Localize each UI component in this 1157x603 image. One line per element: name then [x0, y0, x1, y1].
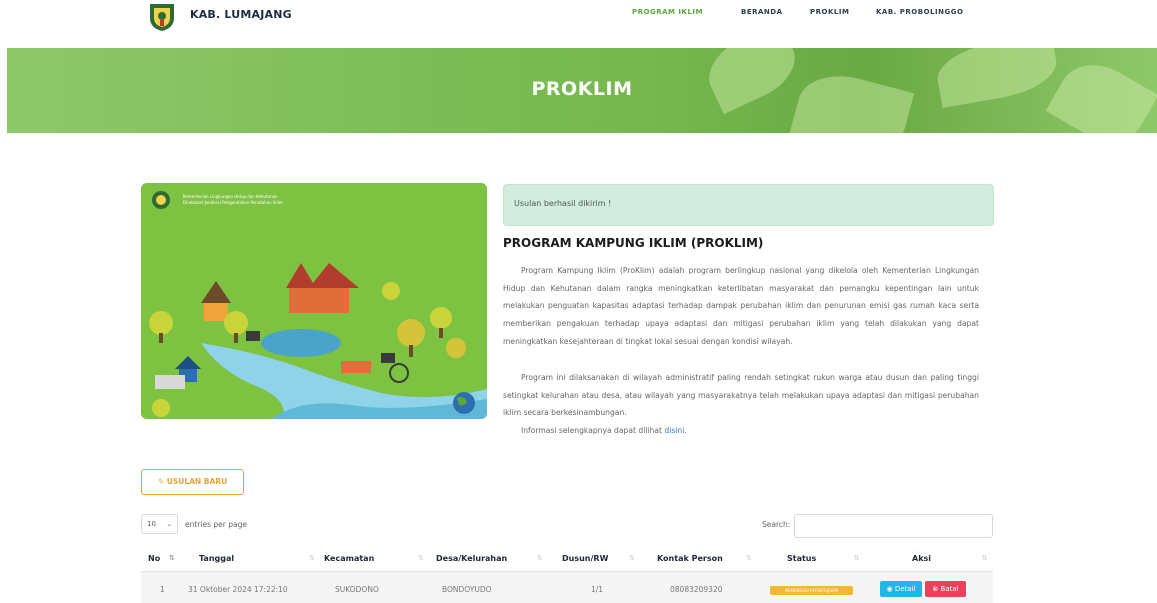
search-input[interactable] — [794, 514, 993, 538]
page-banner: PROKLIM — [7, 48, 1157, 133]
search-label: Search: — [762, 520, 791, 529]
edit-icon: ✎ — [157, 477, 165, 486]
cell-kontak: 08083209320 — [670, 585, 723, 594]
illustration-header-line: Direktorat Jenderal Pengendalian Perubah… — [183, 200, 283, 205]
nav-program-iklim[interactable]: PROGRAM IKLIM — [632, 8, 703, 16]
program-paragraph-3: Informasi selengkapnya dapat dilihat dis… — [503, 422, 979, 440]
column-header-dusun[interactable]: Dusun/RW — [562, 554, 608, 563]
cell-kecamatan: SUKODONO — [335, 585, 379, 594]
column-header-status[interactable]: Status — [787, 554, 816, 563]
status-badge: MENUNGGU PERSETUJUAN — [770, 586, 853, 595]
sort-icon[interactable]: ⇅ — [982, 554, 988, 562]
close-circle-icon: ⊗ — [932, 585, 939, 593]
nav-kab-probolinggo[interactable]: KAB. PROBOLINGGO — [876, 8, 963, 16]
proklim-illustration: Kementerian Lingkungan Hidup dan Kehutan… — [141, 183, 487, 419]
cell-tanggal: 31 Oktober 2024 17:22:10 — [188, 585, 288, 594]
table-header: No ⇅ Tanggal ⇅ Kecamatan ⇅ Desa/Keluraha… — [141, 548, 993, 572]
page-title: PROKLIM — [531, 78, 633, 100]
sort-icon[interactable]: ⇅ — [169, 554, 175, 562]
lumajang-emblem-icon[interactable] — [146, 2, 178, 32]
detail-label: Detail — [894, 585, 916, 593]
alert-message: Usulan berhasil dikirim ! — [514, 199, 612, 208]
sort-icon[interactable]: ⇅ — [629, 554, 635, 562]
sort-icon[interactable]: ⇅ — [854, 554, 860, 562]
site-brand[interactable]: KAB. LUMAJANG — [190, 8, 292, 21]
nav-beranda[interactable]: BERANDA — [741, 8, 783, 16]
eye-icon: ◉ — [886, 585, 893, 593]
cancel-label: Batal — [940, 585, 959, 593]
column-header-kontak[interactable]: Kontak Person — [657, 554, 723, 563]
detail-button[interactable]: ◉ Detail — [880, 581, 922, 597]
cell-no: 1 — [160, 585, 165, 594]
entries-per-page-select[interactable]: 10 ⌄ — [141, 514, 178, 534]
column-header-desa[interactable]: Desa/Kelurahan — [436, 554, 507, 563]
column-header-no[interactable]: No — [148, 554, 160, 563]
program-paragraph-2: Program ini dilaksanakan di wilayah admi… — [503, 373, 979, 418]
cell-desa: BONDOYUDO — [442, 585, 492, 594]
program-title: PROGRAM KAMPUNG IKLIM (PROKLIM) — [503, 236, 764, 250]
new-proposal-button[interactable]: ✎ USULAN BARU — [141, 469, 244, 495]
illustration-header: Kementerian Lingkungan Hidup dan Kehutan… — [183, 194, 373, 206]
sort-icon[interactable]: ⇅ — [746, 554, 752, 562]
column-header-tanggal[interactable]: Tanggal — [199, 554, 234, 563]
village-illustration-image — [141, 183, 487, 419]
chevron-down-icon: ⌄ — [166, 520, 172, 528]
sort-icon[interactable]: ⇅ — [309, 554, 315, 562]
sort-icon[interactable]: ⇅ — [418, 554, 424, 562]
nav-proklim[interactable]: PROKLIM — [810, 8, 849, 16]
entries-value: 10 — [147, 520, 156, 528]
program-paragraph-1: Program Kampung Iklim (ProKlim) adalah p… — [503, 266, 979, 346]
info-text: Informasi selengkapnya dapat dilihat — [521, 426, 665, 435]
entries-label: entries per page — [185, 520, 247, 529]
column-header-aksi[interactable]: Aksi — [912, 554, 931, 563]
table-row: 1 31 Oktober 2024 17:22:10 SUKODONO BOND… — [141, 572, 993, 603]
cancel-button[interactable]: ⊗ Batal — [925, 581, 966, 597]
column-header-kecamatan[interactable]: Kecamatan — [324, 554, 374, 563]
sort-icon[interactable]: ⇅ — [537, 554, 543, 562]
info-link[interactable]: disini. — [664, 426, 686, 435]
new-proposal-label: USULAN BARU — [166, 477, 228, 486]
success-alert: Usulan berhasil dikirim ! — [503, 184, 994, 226]
cell-dusun: 1/1 — [591, 585, 604, 594]
top-navbar: KAB. LUMAJANG PROGRAM IKLIM BERANDA PROK… — [0, 0, 1157, 48]
